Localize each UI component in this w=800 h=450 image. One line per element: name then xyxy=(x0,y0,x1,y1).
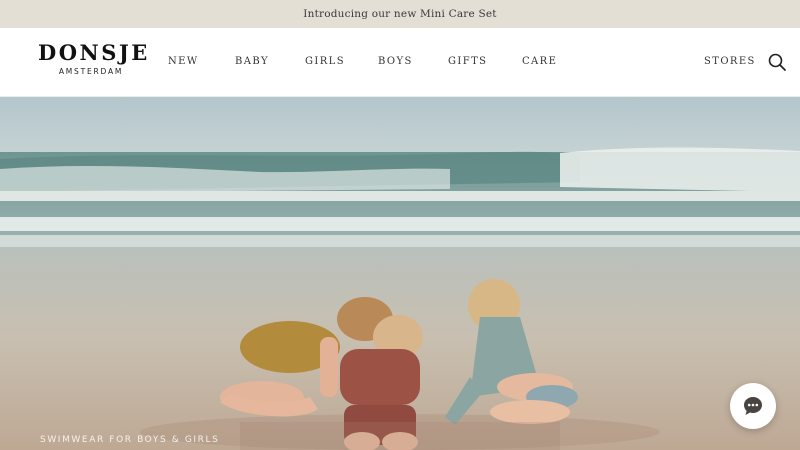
nav-item-baby[interactable]: BABY xyxy=(235,56,269,68)
logo-wordmark: DONSJE xyxy=(38,40,150,65)
nav-item-new[interactable]: NEW xyxy=(168,56,199,68)
hero-caption[interactable]: SWIMWEAR FOR BOYS & GIRLS xyxy=(40,435,219,445)
chat-bubble-icon xyxy=(744,397,762,415)
nav-item-stores[interactable]: STORES xyxy=(704,56,756,68)
site-header: DONSJE AMSTERDAM NEW BABY GIRLS BOYS GIF… xyxy=(0,28,800,97)
announcement-bar[interactable]: Introducing our new Mini Care Set xyxy=(0,0,800,28)
nav-item-girls[interactable]: GIRLS xyxy=(305,56,345,68)
nav-item-boys[interactable]: BOYS xyxy=(378,56,413,68)
hero-image xyxy=(0,97,800,450)
hero-banner[interactable] xyxy=(0,97,800,450)
nav-item-gifts[interactable]: GIFTS xyxy=(448,56,487,68)
logo-subtitle: AMSTERDAM xyxy=(58,67,124,76)
chat-button[interactable] xyxy=(730,383,776,429)
logo[interactable]: DONSJE AMSTERDAM xyxy=(38,40,150,77)
nav-item-care[interactable]: CARE xyxy=(522,56,557,68)
announcement-text[interactable]: Introducing our new Mini Care Set xyxy=(303,8,496,20)
search-icon[interactable] xyxy=(767,52,787,72)
